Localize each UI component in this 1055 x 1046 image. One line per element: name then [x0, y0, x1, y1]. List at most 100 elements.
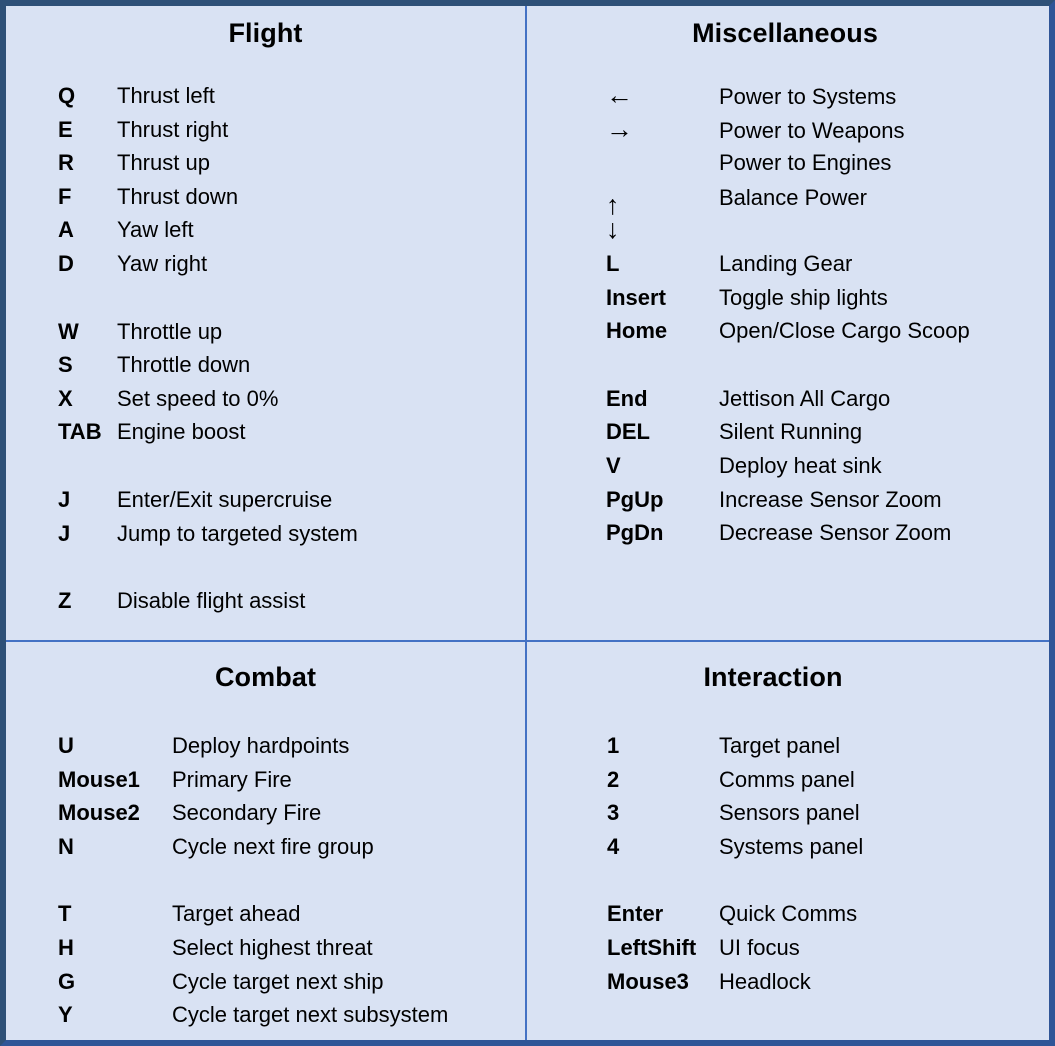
shortcut-key: LeftShift	[607, 934, 697, 960]
shortcut-key: U	[58, 733, 74, 758]
shortcut-row: 1 Target panel	[607, 729, 1049, 763]
shortcut-description: Target ahead	[172, 901, 301, 927]
shortcut-description: Deploy hardpoints	[172, 733, 350, 758]
shortcut-description: Increase Sensor Zoom	[719, 486, 942, 512]
shortcut-key: 1	[607, 733, 620, 758]
shortcut-key: Q	[58, 83, 76, 108]
shortcut-key: PgDn	[606, 520, 664, 546]
shortcut-row: 3 Sensors panel	[607, 796, 1049, 830]
shortcut-row: U Deploy hardpoints	[58, 729, 525, 763]
shortcut-row: End Jettison All Cargo	[606, 382, 1049, 416]
shortcut-row: E Thrust right	[58, 113, 525, 147]
shortcut-row: Enter Quick Comms	[607, 897, 1049, 931]
shortcut-key: Home	[606, 318, 668, 344]
shortcut-list-miscellaneous: ← Power to Systems → Power to Weapons Power …	[527, 49, 1049, 550]
shortcut-key: Mouse2	[58, 800, 140, 826]
shortcut-key: ←	[606, 80, 633, 110]
shortcut-key: Mouse3	[607, 968, 689, 994]
shortcut-description: Set speed to 0%	[117, 385, 279, 411]
shortcut-key: R	[58, 150, 74, 176]
shortcut-row: ↑ Balance Power	[606, 180, 1049, 220]
shortcut-description: Comms panel	[719, 766, 855, 792]
shortcut-key: D	[58, 250, 74, 276]
shortcut-key: DEL	[606, 419, 650, 445]
shortcut-description: Toggle ship lights	[719, 284, 888, 310]
shortcut-key: X	[58, 385, 73, 411]
shortcut-row: J Jump to targeted system	[58, 517, 525, 551]
shortcut-row: 2 Comms panel	[607, 763, 1049, 797]
shortcut-key: Z	[58, 588, 72, 614]
keybind-reference-card: Flight Q Thrust left E Thrust right R Thrust …	[0, 0, 1055, 1046]
shortcut-row: DEL Silent Running	[606, 415, 1049, 449]
shortcut-row: Mouse2 Secondary Fire	[58, 796, 525, 830]
shortcut-description: Throttle down	[117, 352, 251, 378]
shortcut-row: F Thrust down	[58, 180, 525, 214]
shortcut-key: Enter	[607, 901, 664, 927]
shortcut-key: J	[58, 486, 71, 512]
shortcut-key: A	[58, 217, 74, 243]
shortcut-description: Sensors panel	[719, 800, 860, 826]
panel-miscellaneous: Miscellaneous ← Power to Systems → Power to…	[527, 6, 1049, 640]
panel-grid: Flight Q Thrust left E Thrust right R Thrust …	[6, 6, 1049, 1040]
shortcut-description: UI focus	[719, 934, 800, 960]
shortcut-key: End	[606, 385, 648, 411]
shortcut-description: Power to Weapons	[719, 117, 905, 143]
shortcut-row: R Thrust up	[58, 146, 525, 180]
shortcut-description: Jettison All Cargo	[719, 385, 891, 411]
shortcut-key: V	[606, 452, 621, 478]
shortcut-description: Enter/Exit supercruise	[117, 486, 333, 512]
shortcut-description: Headlock	[719, 968, 811, 994]
panel-flight: Flight Q Thrust left E Thrust right R Thrust …	[6, 6, 525, 640]
shortcut-row: W Throttle up	[58, 315, 525, 349]
shortcut-key: 3	[607, 800, 620, 826]
shortcut-key: E	[58, 116, 73, 142]
shortcut-description: Landing Gear	[719, 250, 853, 276]
shortcut-row: H Select highest threat	[58, 931, 525, 965]
shortcut-row: D Yaw right	[58, 247, 525, 281]
shortcut-row: Insert Toggle ship lights	[606, 281, 1049, 315]
shortcut-description: Power to Engines	[719, 150, 892, 176]
shortcut-key: PgUp	[606, 486, 664, 512]
shortcut-description: Thrust down	[117, 183, 239, 209]
shortcut-list-interaction: 1 Target panel 2 Comms panel 3 Sensors panel 4…	[527, 693, 1049, 998]
shortcut-description: Thrust up	[117, 150, 210, 176]
panel-title-interaction: Interaction	[703, 662, 843, 692]
panel-interaction: Interaction 1 Target panel 2 Comms panel 3 Se…	[527, 642, 1049, 1040]
shortcut-row: 4 Systems panel	[607, 830, 1049, 864]
shortcut-row: ← Power to Systems	[606, 79, 1049, 113]
shortcut-key: Insert	[606, 284, 666, 310]
shortcut-key: G	[58, 968, 76, 994]
panel-title-miscellaneous: Miscellaneous	[692, 18, 878, 48]
shortcut-key: J	[58, 520, 71, 546]
shortcut-description: Yaw right	[117, 250, 208, 276]
shortcut-key: N	[58, 833, 74, 859]
shortcut-description: Jump to targeted system	[117, 520, 358, 546]
shortcut-row: Power to Engines	[606, 146, 1049, 180]
panel-title-combat: Combat	[214, 662, 317, 692]
shortcut-description: Cycle next fire group	[172, 833, 374, 859]
shortcut-description: Power to Systems	[719, 84, 897, 109]
shortcut-description: Thrust left	[117, 83, 215, 108]
panel-title-flight: Flight	[228, 18, 303, 48]
shortcut-description: Secondary Fire	[172, 800, 322, 826]
shortcut-description: Cycle target next subsystem	[172, 1002, 449, 1028]
shortcut-key: W	[58, 318, 79, 344]
shortcut-key: →	[606, 113, 633, 144]
shortcut-key: T	[58, 901, 72, 927]
shortcut-row: V Deploy heat sink	[606, 449, 1049, 483]
panel-combat: Combat U Deploy hardpoints Mouse1 Primary F…	[6, 642, 525, 1040]
shortcut-row: LeftShift UI focus	[607, 931, 1049, 965]
shortcut-row: PgDn Decrease Sensor Zoom	[606, 516, 1049, 550]
shortcut-key: TAB	[58, 419, 102, 445]
shortcut-description: Deploy heat sink	[719, 452, 882, 478]
shortcut-row: G Cycle target next ship	[58, 965, 525, 999]
shortcut-description: Yaw left	[117, 217, 194, 243]
shortcut-key: ↑	[606, 189, 620, 220]
shortcut-key: Mouse1	[58, 766, 140, 792]
shortcut-key: S	[58, 352, 73, 378]
shortcut-description: Disable flight assist	[117, 588, 306, 614]
shortcut-description: Target panel	[719, 733, 841, 758]
shortcut-row: Home Open/Close Cargo Scoop	[606, 314, 1049, 348]
shortcut-description: Thrust right	[117, 116, 229, 142]
shortcut-description: Open/Close Cargo Scoop	[719, 318, 970, 344]
